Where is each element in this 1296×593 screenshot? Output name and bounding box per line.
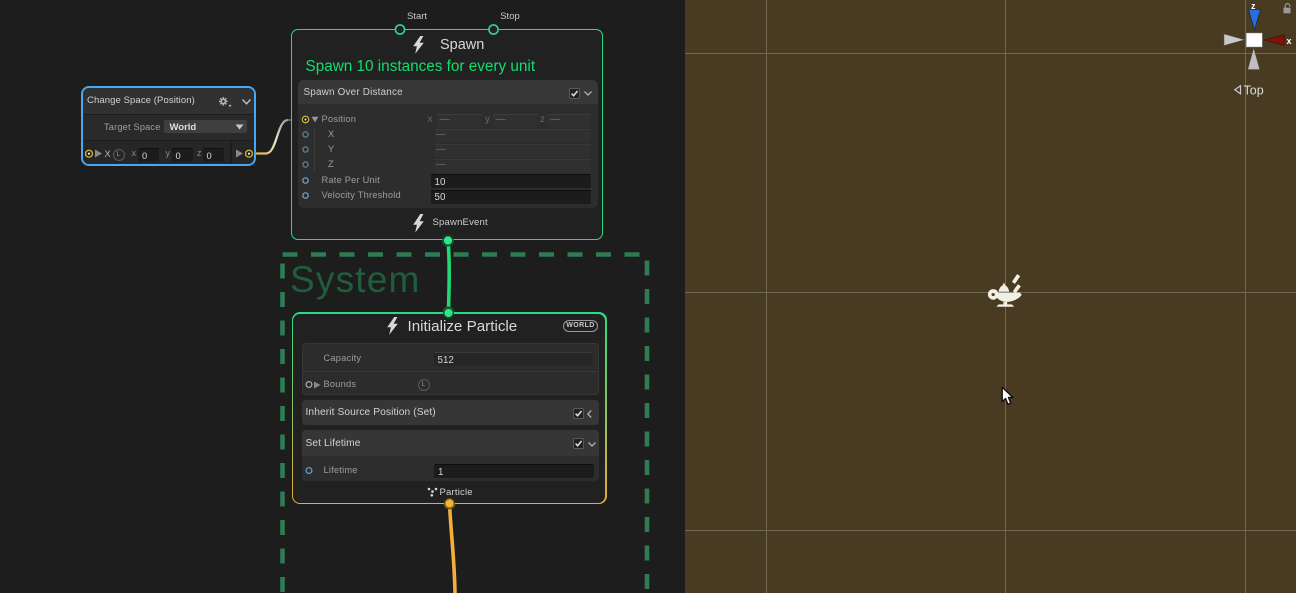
svg-text:Top: Top	[1244, 84, 1264, 98]
svg-text:x: x	[1287, 36, 1292, 46]
